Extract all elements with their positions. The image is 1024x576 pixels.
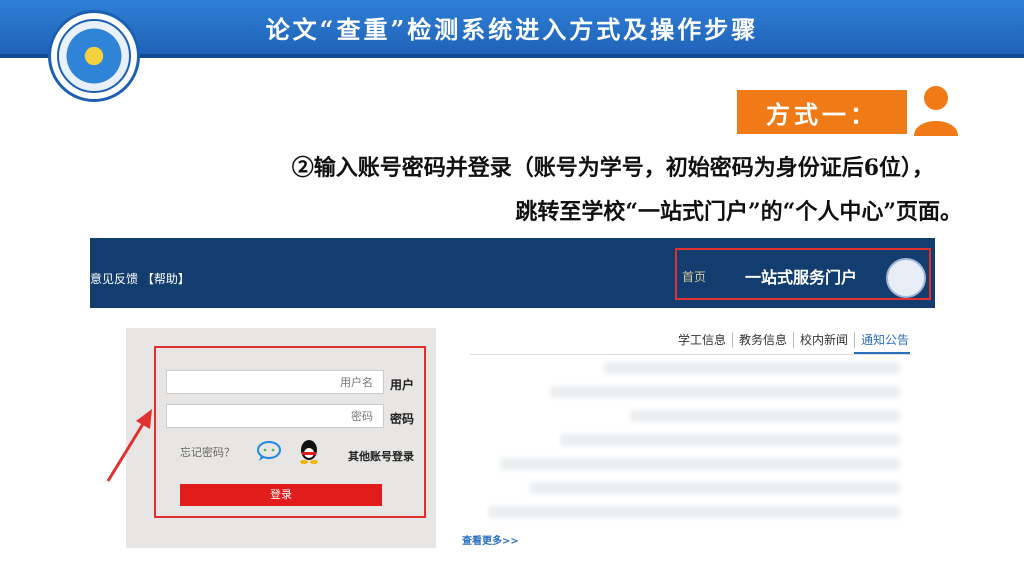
username-label: 用户 [390,378,415,392]
tab-student-affairs[interactable]: 学工信息 [672,332,734,348]
see-more-link[interactable]: 查看更多>> [462,532,519,547]
portal-screenshot: 意见反馈 【帮助】 首页 一站式服务门户 用户 密码 其他账号登录 忘记密码？ … [90,238,935,556]
password-label: 密码 [390,412,415,426]
list-item [604,362,900,374]
portal-logo-icon [886,258,926,298]
person-icon [914,86,958,136]
tab-campus-news[interactable]: 校内新闻 [794,332,856,348]
portal-nav-bar: 意见反馈 【帮助】 首页 一站式服务门户 [90,238,935,308]
password-input[interactable] [166,404,384,428]
step-instruction-line1: ②输入账号密码并登录（账号为学号，初始密码为身份证后6位）， [291,155,934,181]
pointer-arrow-icon [106,409,152,482]
other-login-label: 其他账号登录 [348,450,414,463]
list-item [530,482,900,494]
login-button[interactable]: 登录 [180,484,382,506]
slide-title: 论文“查重”检测系统进入方式及操作步骤 [265,15,759,44]
home-link[interactable]: 首页 [682,268,706,285]
step-instruction-line2: 跳转至学校“一站式门户”的“个人中心”页面。 [515,199,962,225]
method-label: 方式一： [737,90,907,134]
list-item [550,386,900,398]
tab-academic-info[interactable]: 教务信息 [733,332,795,348]
list-item [630,410,900,422]
logo-emblem [57,19,131,93]
list-item [488,506,900,518]
tab-notices[interactable]: 通知公告 [855,332,915,348]
university-logo-icon [48,10,140,102]
slide-header-bar: 论文“查重”检测系统进入方式及操作步骤 [0,0,1024,58]
username-input[interactable] [166,370,384,394]
portal-title: 一站式服务门户 [745,268,858,287]
wechat-login-icon[interactable] [256,440,282,462]
list-item [500,458,900,470]
news-tabs: 学工信息 教务信息 校内新闻 通知公告 [672,332,915,354]
feedback-help-link[interactable]: 意见反馈 【帮助】 [90,270,190,287]
tab-divider [470,354,912,355]
list-item [560,434,900,446]
forgot-password-link[interactable]: 忘记密码？ [180,444,235,460]
qq-login-icon[interactable] [298,438,320,464]
